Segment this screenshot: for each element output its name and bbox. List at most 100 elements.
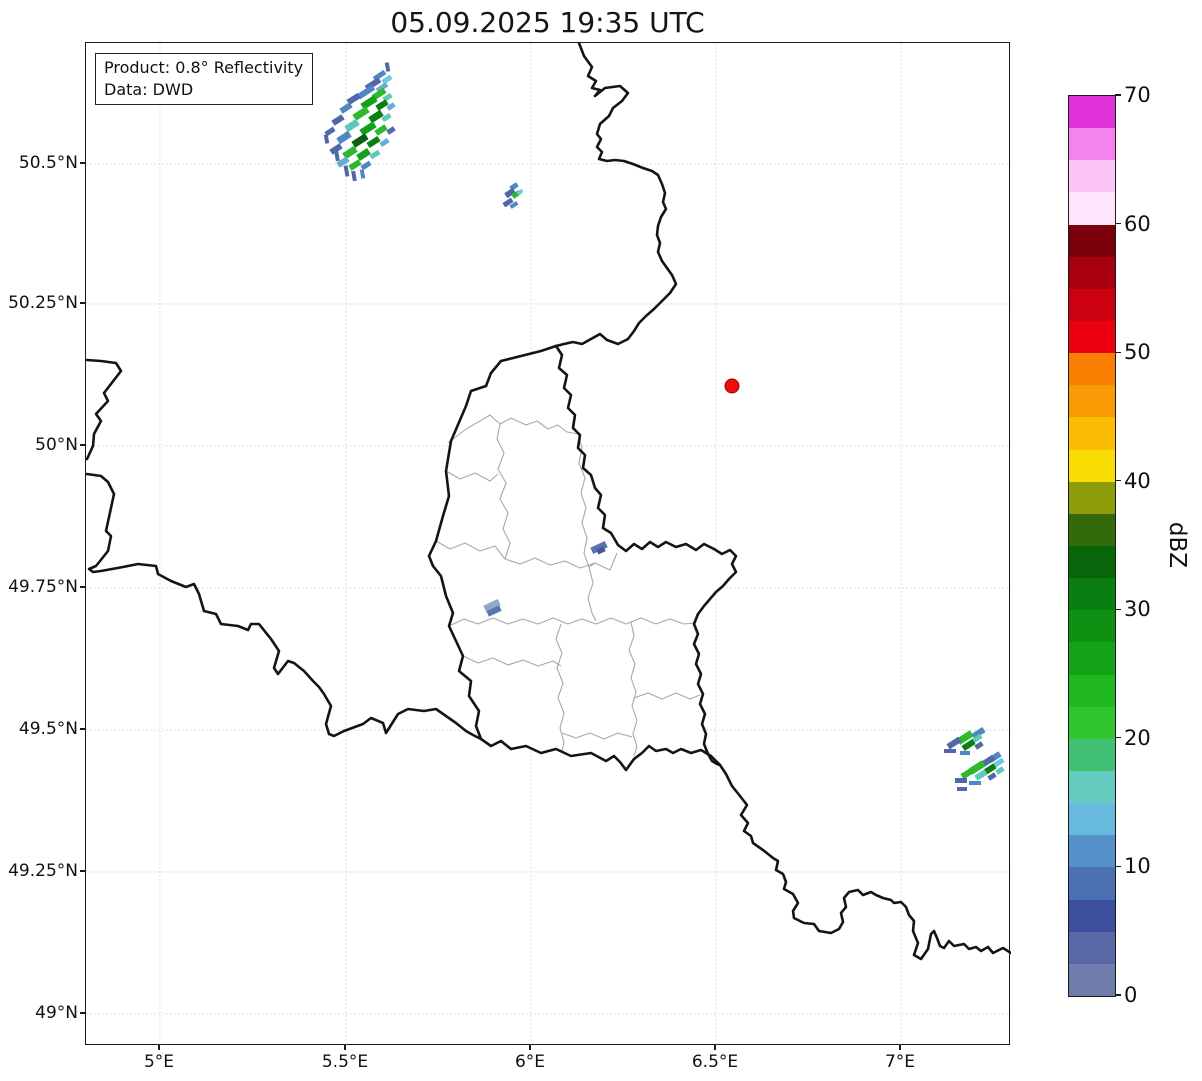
radar-echo-pixel — [334, 150, 340, 162]
country-border — [718, 763, 1011, 961]
colorbar-segment — [1069, 417, 1115, 450]
y-tick-mark — [80, 1012, 85, 1014]
colorbar-tick-label: 70 — [1124, 83, 1151, 107]
colorbar-segment — [1069, 545, 1115, 579]
colorbar-segment — [1069, 899, 1115, 932]
y-tick-mark — [80, 302, 85, 304]
y-tick-mark — [80, 586, 85, 588]
colorbar-tick-mark — [1115, 737, 1121, 739]
colorbar-tick-label: 30 — [1124, 597, 1151, 622]
colorbar-segment — [1069, 770, 1115, 804]
radar-echo-pixel — [960, 766, 976, 780]
colorbar-segment — [1069, 674, 1115, 707]
x-tick-label: 6°E — [514, 1052, 546, 1072]
product-info-box: Product: 0.8° Reflectivity Data: DWD — [95, 53, 314, 106]
colorbar-segment — [1069, 160, 1115, 193]
y-tick-label: 49.5°N — [18, 719, 78, 739]
colorbar-tick-mark — [1115, 222, 1121, 225]
colorbar-segment — [1069, 706, 1115, 739]
colorbar-segment — [1069, 481, 1115, 514]
colorbar-segment — [1069, 224, 1115, 257]
colorbar-segment — [1069, 96, 1115, 129]
y-tick-mark — [80, 444, 85, 446]
radar-echo-pixel — [343, 165, 350, 177]
colorbar-tick-label: 60 — [1124, 211, 1151, 236]
radar-echo-pixel — [342, 145, 358, 160]
colorbar-segment — [1069, 256, 1115, 289]
y-tick-mark — [80, 728, 85, 730]
colorbar-segment — [1069, 385, 1115, 418]
colorbar-tick-mark — [1115, 865, 1121, 868]
colorbar-segment — [1069, 353, 1115, 386]
country-border — [86, 472, 483, 741]
radar-echo-pixel — [336, 130, 352, 145]
radar-echo-pixel — [386, 126, 396, 135]
y-tick-label: 49°N — [35, 1003, 78, 1023]
country-border — [554, 43, 678, 348]
colorbar-tick-mark — [1115, 351, 1121, 353]
radar-echo-pixel — [331, 114, 345, 126]
x-tick-label: 5.5°E — [321, 1052, 369, 1072]
colorbar-tick-mark — [1115, 480, 1121, 482]
y-tick-label: 50.25°N — [8, 293, 78, 313]
radar-echo-pixel — [359, 121, 377, 136]
radar-echo-pixel — [366, 135, 381, 149]
map-canvas — [86, 43, 1011, 1046]
colorbar-segment — [1069, 738, 1115, 771]
y-tick-label: 49.25°N — [8, 861, 78, 881]
y-tick-label: 50°N — [35, 435, 78, 455]
x-tick-mark — [714, 1045, 716, 1050]
y-tick-label: 49.75°N — [8, 577, 78, 597]
radar-echo-pixel — [379, 137, 390, 148]
radar-echo-pixel — [360, 160, 372, 171]
radar-echo-pixel — [374, 124, 388, 136]
x-tick-mark — [899, 1045, 901, 1050]
colorbar-segment — [1069, 642, 1115, 675]
colorbar-tick-mark — [1115, 94, 1121, 96]
y-tick-mark — [80, 870, 85, 872]
colorbar-tick-label: 20 — [1124, 725, 1151, 750]
y-tick-mark — [80, 162, 85, 164]
radar-echo-pixel — [368, 109, 384, 124]
radar-echo-pixel — [987, 772, 997, 781]
colorbar-segment — [1069, 931, 1115, 964]
radar-echo-pixel — [944, 749, 956, 753]
radar-echo-pixel — [351, 133, 369, 148]
colorbar-tick-label: 40 — [1124, 468, 1151, 493]
radar-echo-pixel — [946, 736, 962, 750]
colorbar-tick-mark — [1115, 994, 1121, 996]
colorbar-segment — [1069, 578, 1115, 611]
colorbar-tick-label: 0 — [1124, 983, 1138, 1007]
radar-echo-pixel — [995, 766, 1005, 775]
colorbar-segment — [1069, 513, 1115, 546]
radar-echo-pixel — [344, 118, 360, 133]
radar-echo-pixel — [974, 741, 984, 750]
colorbar-segment — [1069, 192, 1115, 225]
radar-echo-pixel — [384, 62, 391, 72]
figure-title: 05.09.2025 19:35 UTC — [390, 6, 705, 39]
colorbar-segment — [1069, 449, 1115, 482]
map-axes: Product: 0.8° Reflectivity Data: DWD — [85, 42, 1011, 1046]
country-border — [86, 358, 123, 461]
x-tick-label: 6.5°E — [691, 1052, 739, 1072]
colorbar-segment — [1069, 803, 1115, 836]
radar-echo-pixel — [348, 159, 362, 171]
radar-echo-pixel — [955, 778, 967, 783]
radar-echo-pixel — [359, 169, 366, 179]
colorbar-segment — [1069, 835, 1115, 868]
colorbar-tick-mark — [1115, 608, 1121, 610]
colorbar-segment — [1069, 320, 1115, 354]
radar-echo-pixel — [369, 149, 381, 160]
radar-echo-pixel — [957, 787, 967, 791]
radar-site-marker — [724, 378, 740, 394]
x-tick-mark — [529, 1045, 531, 1050]
radar-echo-pixel — [960, 751, 970, 755]
colorbar-tick-label: 10 — [1124, 854, 1151, 879]
y-tick-label: 50.5°N — [18, 153, 78, 173]
x-tick-mark — [158, 1045, 160, 1050]
data-source-line: Data: DWD — [104, 79, 194, 99]
colorbar-segment — [1069, 128, 1115, 161]
colorbar-segment — [1069, 963, 1115, 996]
product-line: Product: 0.8° Reflectivity — [104, 58, 304, 77]
x-tick-label: 7°E — [884, 1052, 916, 1072]
